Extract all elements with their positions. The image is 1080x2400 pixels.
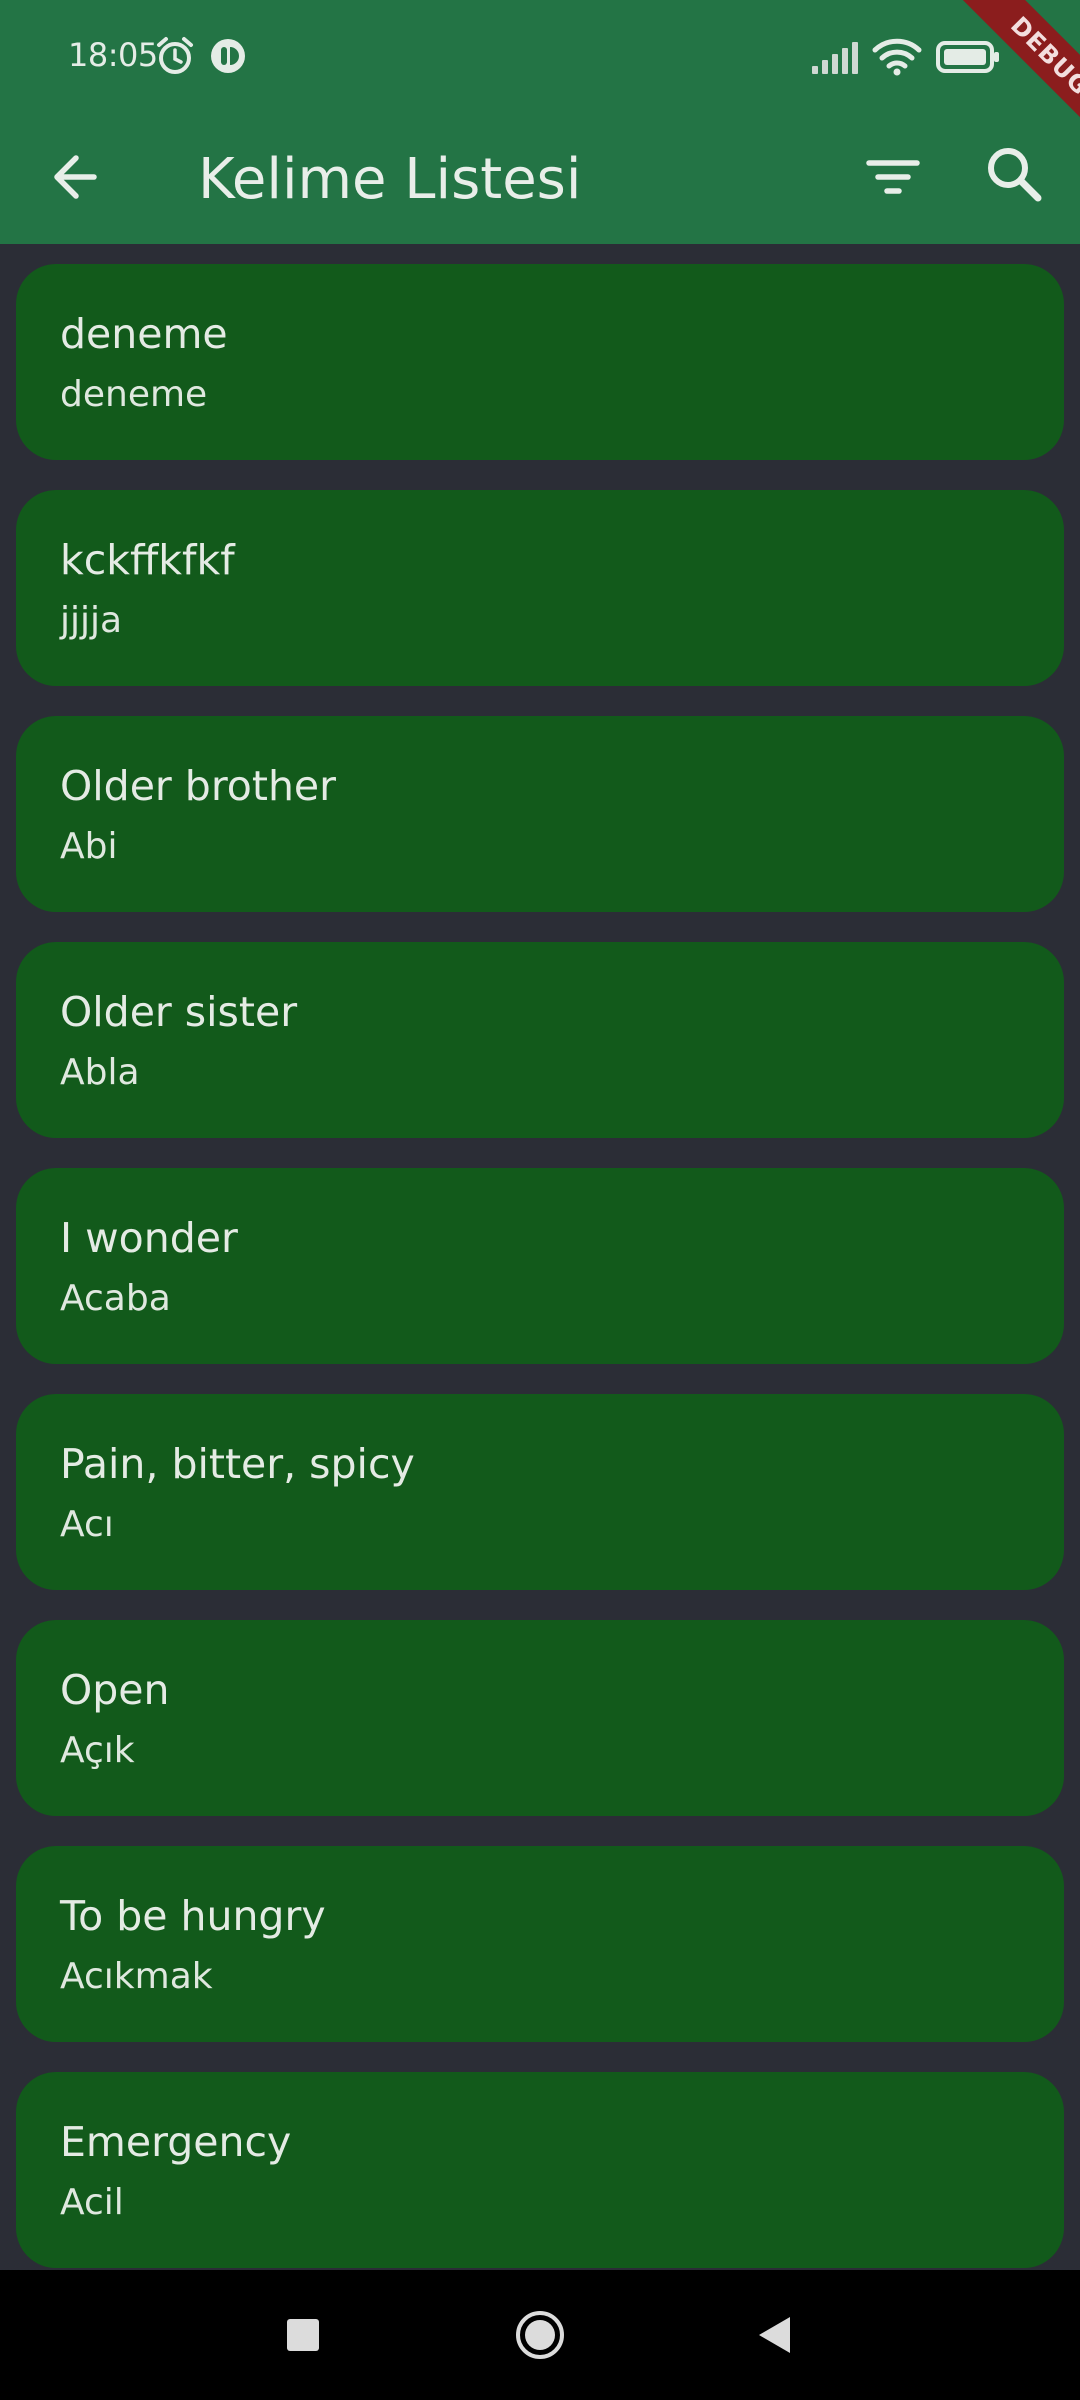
recents-square-icon[interactable]	[270, 2302, 336, 2372]
word-meaning: Acaba	[60, 1278, 171, 1319]
word-card[interactable]: I wonder Acaba	[16, 1168, 1064, 1364]
word-text: deneme	[60, 310, 228, 358]
signal-icon	[810, 40, 860, 78]
search-icon[interactable]	[978, 138, 1050, 210]
filter-icon[interactable]	[858, 142, 928, 212]
system-nav-bar	[0, 2270, 1080, 2400]
word-text: Older brother	[60, 762, 337, 810]
page-title: Kelime Listesi	[198, 147, 582, 212]
app-notification-icon	[208, 36, 248, 80]
word-meaning: Abla	[60, 1052, 140, 1093]
back-triangle-icon[interactable]	[742, 2302, 808, 2372]
word-text: Pain, bitter, spicy	[60, 1440, 415, 1488]
word-meaning: Acı	[60, 1504, 114, 1545]
word-card[interactable]: deneme deneme	[16, 264, 1064, 460]
alarm-icon	[156, 36, 194, 80]
word-card[interactable]: Pain, bitter, spicy Acı	[16, 1394, 1064, 1590]
word-card[interactable]: Older sister Abla	[16, 942, 1064, 1138]
top-bar: 18:05 Kelime Listesi	[0, 0, 1080, 244]
word-meaning: jjjja	[60, 600, 123, 641]
word-meaning: Açık	[60, 1730, 135, 1771]
word-meaning: Abi	[60, 826, 118, 867]
word-text: To be hungry	[60, 1892, 326, 1940]
status-bar: 18:05	[0, 0, 1080, 118]
wifi-icon	[872, 36, 922, 80]
word-text: I wonder	[60, 1214, 238, 1262]
battery-icon	[936, 40, 1000, 78]
back-arrow-icon[interactable]	[44, 144, 110, 210]
word-card[interactable]: kckffkfkf jjjja	[16, 490, 1064, 686]
word-card[interactable]: Open Açık	[16, 1620, 1064, 1816]
word-meaning: Acil	[60, 2182, 124, 2223]
word-meaning: deneme	[60, 374, 208, 415]
word-card[interactable]: Emergency Acil	[16, 2072, 1064, 2268]
word-list: deneme deneme kckffkfkf jjjja Older brot…	[0, 264, 1080, 2270]
word-text: Emergency	[60, 2118, 292, 2166]
word-card[interactable]: Older brother Abi	[16, 716, 1064, 912]
app-bar: Kelime Listesi	[0, 118, 1080, 244]
status-time: 18:05	[68, 36, 158, 74]
word-text: Older sister	[60, 988, 298, 1036]
word-card[interactable]: To be hungry Acıkmak	[16, 1846, 1064, 2042]
word-text: kckffkfkf	[60, 536, 235, 584]
word-text: Open	[60, 1666, 170, 1714]
home-circle-icon[interactable]	[507, 2302, 573, 2372]
word-meaning: Acıkmak	[60, 1956, 213, 1997]
